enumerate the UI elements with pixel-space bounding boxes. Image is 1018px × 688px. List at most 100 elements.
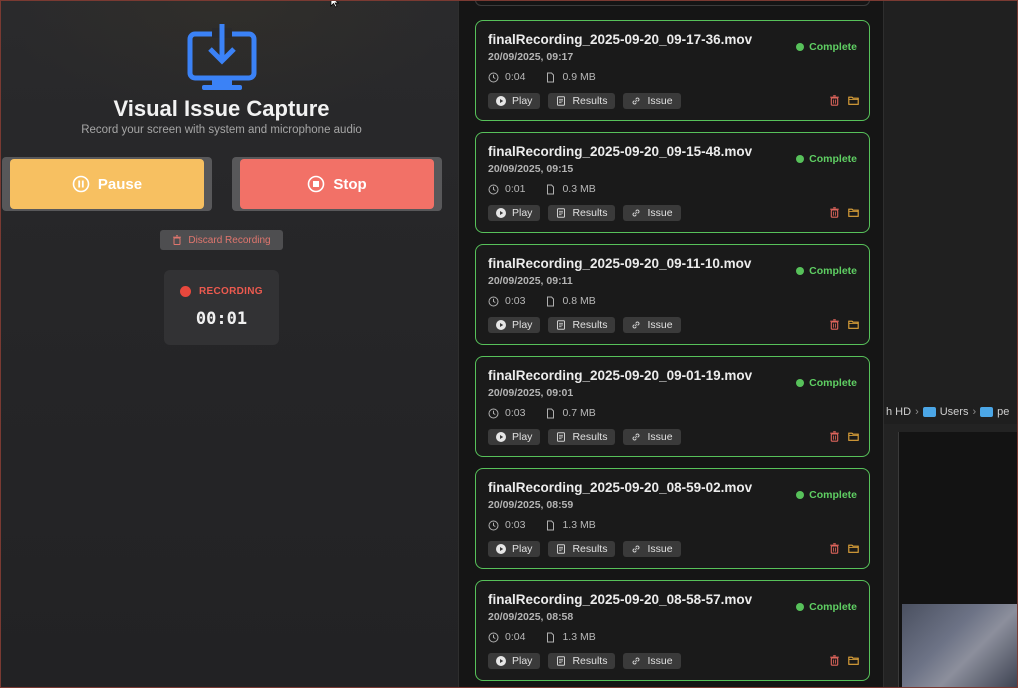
results-button[interactable]: Results <box>548 541 616 557</box>
trash-icon[interactable] <box>829 319 840 330</box>
card-actions: Play Results Issue <box>488 541 681 557</box>
issue-button[interactable]: Issue <box>623 541 681 557</box>
pause-label: Pause <box>97 175 143 193</box>
recording-date: 20/09/2025, 09:15 <box>488 163 574 175</box>
results-button[interactable]: Results <box>548 317 616 333</box>
trash-icon[interactable] <box>829 431 840 442</box>
clock-icon <box>488 632 499 642</box>
stop-icon <box>308 175 325 193</box>
play-button[interactable]: Play <box>488 653 541 669</box>
trash-icon[interactable] <box>829 655 840 666</box>
recording-duration: 0:03 <box>505 407 526 419</box>
play-icon <box>496 320 506 330</box>
play-label: Play <box>512 319 533 331</box>
play-button[interactable]: Play <box>488 429 541 445</box>
pause-button-frame: Pause <box>2 157 212 211</box>
trash-icon <box>173 235 182 245</box>
status-dot-icon <box>796 43 805 51</box>
play-label: Play <box>512 207 533 219</box>
results-button[interactable]: Results <box>548 205 616 221</box>
play-button[interactable]: Play <box>488 93 541 109</box>
card-icon-actions <box>829 431 859 442</box>
play-icon <box>496 544 506 554</box>
issue-button[interactable]: Issue <box>623 429 681 445</box>
download-to-screen-icon <box>187 24 257 90</box>
trash-icon[interactable] <box>829 207 840 218</box>
link-icon <box>632 97 640 105</box>
breadcrumb-item[interactable]: h HD <box>886 406 911 418</box>
clock-icon <box>488 408 499 418</box>
recording-meta: 0:04 1.3 MB <box>488 631 596 643</box>
status-dot-icon <box>796 267 805 275</box>
recording-timer: 00:01 <box>195 309 248 329</box>
issue-button[interactable]: Issue <box>623 653 681 669</box>
stop-button-frame: Stop <box>232 157 442 211</box>
discard-recording-button[interactable]: Discard Recording <box>160 230 283 250</box>
file-icon <box>547 296 555 306</box>
recording-filename: finalRecording_2025-09-20_08-58-57.mov <box>488 592 753 607</box>
folder-icon[interactable] <box>848 431 859 442</box>
status-badge: Complete <box>796 265 857 277</box>
status-badge: Complete <box>796 153 857 165</box>
folder-icon <box>980 407 994 417</box>
play-button[interactable]: Play <box>488 205 541 221</box>
breadcrumb-item[interactable]: Users <box>940 406 969 418</box>
status-label: Complete <box>809 265 857 277</box>
status-label: Complete <box>809 377 857 389</box>
trash-icon[interactable] <box>829 95 840 106</box>
recording-date: 20/09/2025, 08:59 <box>488 499 574 511</box>
document-icon <box>557 208 566 218</box>
recording-card: finalRecording_2025-09-20_09-15-48.mov 2… <box>475 132 870 233</box>
file-icon <box>547 72 555 82</box>
pause-button[interactable]: Pause <box>10 159 204 209</box>
status-dot-icon <box>796 603 805 611</box>
recording-meta: 0:03 0.7 MB <box>488 407 596 419</box>
capture-panel: Visual Issue Capture Record your screen … <box>0 0 458 688</box>
issue-button[interactable]: Issue <box>623 205 681 221</box>
recording-card: finalRecording_2025-09-20_08-58-57.mov 2… <box>475 580 870 681</box>
play-button[interactable]: Play <box>488 317 541 333</box>
issue-label: Issue <box>647 431 673 443</box>
folder-icon <box>922 407 936 417</box>
recording-date: 20/09/2025, 09:11 <box>488 275 573 287</box>
background-window-top <box>884 0 1018 400</box>
folder-icon[interactable] <box>848 543 859 554</box>
recording-size: 0.7 MB <box>562 407 596 419</box>
link-icon <box>632 545 640 553</box>
folder-icon[interactable] <box>848 95 859 106</box>
breadcrumb-item[interactable]: pe <box>997 406 1009 418</box>
results-button[interactable]: Results <box>548 429 616 445</box>
wallpaper-thumbnail <box>902 604 1018 688</box>
recording-card: finalRecording_2025-09-20_09-17-36.mov 2… <box>475 20 870 121</box>
play-icon <box>496 96 506 106</box>
recording-meta: 0:01 0.3 MB <box>488 183 596 195</box>
status-label: Complete <box>809 489 857 501</box>
issue-button[interactable]: Issue <box>623 93 681 109</box>
card-icon-actions <box>829 655 859 666</box>
results-label: Results <box>572 431 608 443</box>
status-badge: Complete <box>796 489 857 501</box>
recording-filename: finalRecording_2025-09-20_08-59-02.mov <box>488 480 753 495</box>
results-button[interactable]: Results <box>548 93 616 109</box>
clock-icon <box>488 72 499 82</box>
stop-button[interactable]: Stop <box>240 159 434 209</box>
play-icon <box>496 432 506 442</box>
results-label: Results <box>572 543 608 555</box>
link-icon <box>632 433 640 441</box>
issue-button[interactable]: Issue <box>623 317 681 333</box>
trash-icon[interactable] <box>829 543 840 554</box>
play-button[interactable]: Play <box>488 541 541 557</box>
clock-icon <box>488 520 499 530</box>
pause-icon <box>72 175 90 193</box>
play-label: Play <box>512 655 533 667</box>
folder-icon[interactable] <box>848 319 859 330</box>
file-icon <box>547 408 555 418</box>
status-dot-icon <box>796 155 805 163</box>
file-icon <box>547 520 555 530</box>
background-window-content <box>884 424 1018 688</box>
background-window: h HD › Users › pe <box>884 0 1018 688</box>
link-icon <box>632 209 640 217</box>
folder-icon[interactable] <box>848 207 859 218</box>
results-button[interactable]: Results <box>548 653 616 669</box>
folder-icon[interactable] <box>848 655 859 666</box>
